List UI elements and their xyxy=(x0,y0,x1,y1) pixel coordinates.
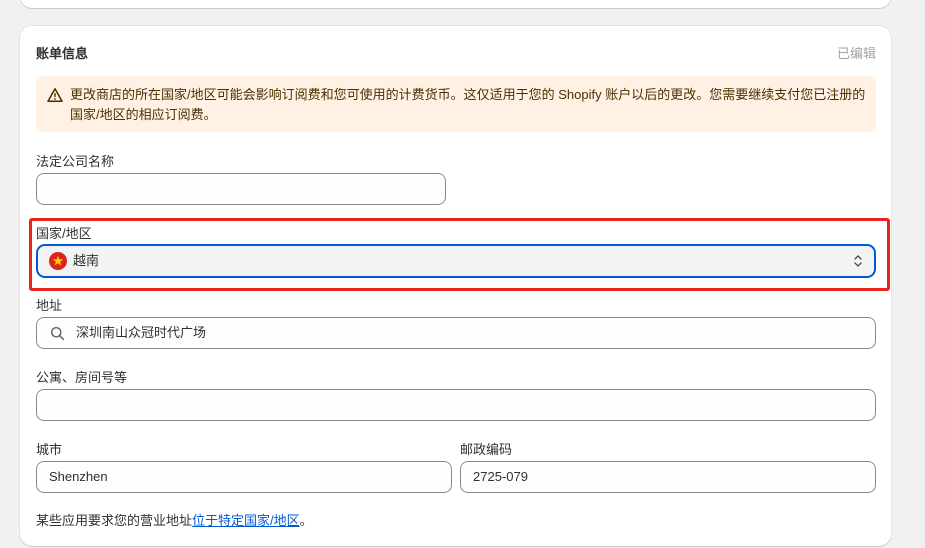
postal-code-label: 邮政编码 xyxy=(460,442,513,457)
search-icon xyxy=(51,327,65,341)
chevron-up-down-icon xyxy=(854,255,862,267)
address-label: 地址 xyxy=(36,298,63,313)
city-value: Shenzhen xyxy=(49,469,108,484)
address-input[interactable]: 深圳南山众冠时代广场 xyxy=(36,317,876,349)
country-value: 越南 xyxy=(73,253,100,268)
warning-banner: 更改商店的所在国家/地区可能会影响订阅费和您可使用的计费货币。这仅适用于您的 S… xyxy=(36,76,876,132)
apartment-input[interactable] xyxy=(36,389,876,421)
vietnam-flag-icon xyxy=(49,252,67,270)
specific-country-link[interactable]: 位于特定国家/地区 xyxy=(192,513,300,528)
postal-code-input[interactable]: 2725-079 xyxy=(460,461,876,493)
city-label: 城市 xyxy=(36,442,63,457)
postal-code-value: 2725-079 xyxy=(473,469,528,484)
card-title: 账单信息 xyxy=(36,46,89,61)
billing-info-card: 账单信息 已编辑 更改商店的所在国家/地区可能会影响订阅费和您可使用的计费货币。… xyxy=(20,26,891,546)
warning-icon xyxy=(47,88,63,102)
edited-status: 已编辑 xyxy=(836,46,876,61)
banner-text: 更改商店的所在国家/地区可能会影响订阅费和您可使用的计费货币。这仅适用于您的 S… xyxy=(70,87,866,122)
country-label: 国家/地区 xyxy=(36,226,92,241)
city-input[interactable]: Shenzhen xyxy=(36,461,452,493)
legal-name-input[interactable] xyxy=(36,173,446,205)
apartment-label: 公寓、房间号等 xyxy=(36,370,128,385)
address-value: 深圳南山众冠时代广场 xyxy=(76,325,207,340)
country-select[interactable]: 越南 xyxy=(36,244,876,278)
legal-name-label: 法定公司名称 xyxy=(36,154,115,169)
footer-note-suffix: 。 xyxy=(299,513,313,528)
footer-note-prefix: 某些应用要求您的营业地址 xyxy=(36,513,193,528)
footer-note: 某些应用要求您的营业地址位于特定国家/地区。 xyxy=(36,510,313,529)
previous-card xyxy=(20,0,891,8)
